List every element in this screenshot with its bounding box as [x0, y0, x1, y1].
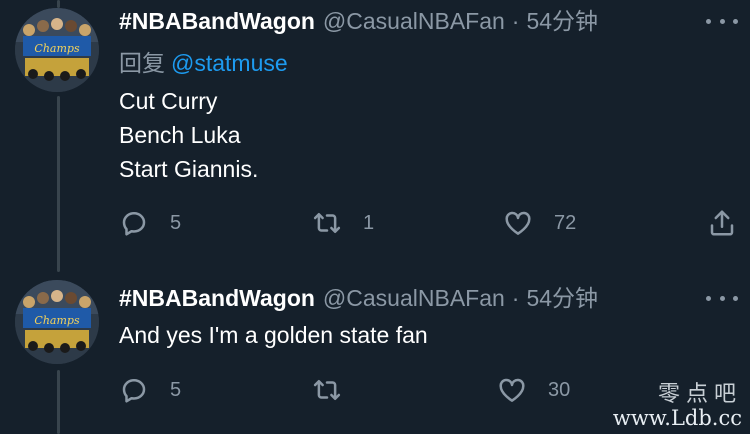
retweet-button[interactable]	[312, 375, 363, 405]
like-button[interactable]: 30	[497, 375, 570, 405]
avatar[interactable]: Champs	[15, 8, 99, 92]
tweet-text-line: Start Giannis.	[119, 156, 259, 182]
display-name[interactable]: #NBABandWagon	[119, 284, 315, 312]
retweet-icon	[313, 213, 341, 233]
watermark-chinese: 零点吧	[657, 381, 742, 407]
reply-prefix: 回复	[119, 51, 165, 77]
tweet-header: #NBABandWagon @CasualNBAFan · 54分钟	[119, 284, 598, 312]
share-icon	[710, 210, 734, 236]
reply-button[interactable]: 5	[119, 208, 181, 238]
tweet-text-line: Cut Curry	[119, 88, 218, 114]
display-name[interactable]: #NBABandWagon	[119, 7, 315, 35]
reply-count: 5	[170, 211, 182, 234]
avatar-image: Champs	[15, 8, 99, 92]
tweet[interactable]: Champs #NBABandWagon @CasualNBAFan · 54分…	[0, 0, 750, 272]
like-count: 72	[554, 211, 577, 234]
like-icon	[499, 378, 525, 402]
handle[interactable]: @CasualNBAFan	[323, 284, 505, 312]
timestamp[interactable]: 54分钟	[526, 284, 598, 312]
tweet-text-line: And yes I'm a golden state fan	[119, 322, 428, 348]
like-button[interactable]: 72	[503, 208, 576, 238]
share-button[interactable]	[707, 208, 737, 238]
retweet-icon	[313, 380, 341, 400]
watermark: 零点吧 www.Ldb.cc	[612, 381, 742, 430]
reply-icon	[122, 379, 146, 403]
separator-dot: ·	[511, 285, 520, 311]
watermark-url: www.Ldb.cc	[612, 405, 742, 430]
more-icon[interactable]	[706, 288, 738, 308]
handle[interactable]: @CasualNBAFan	[323, 7, 505, 35]
retweet-button[interactable]: 1	[312, 208, 374, 238]
like-icon	[505, 211, 531, 235]
mention-link[interactable]: @statmuse	[171, 50, 288, 76]
avatar[interactable]: Champs	[15, 280, 99, 364]
svg-text:Champs: Champs	[34, 42, 80, 55]
replying-to: 回复 @statmuse	[119, 49, 288, 78]
tweet-text-line: Bench Luka	[119, 122, 241, 148]
timestamp[interactable]: 54分钟	[526, 7, 598, 35]
tweet-text: And yes I'm a golden state fan	[119, 318, 428, 352]
reply-count: 5	[170, 378, 182, 401]
retweet-count: 1	[363, 211, 375, 234]
more-icon[interactable]	[706, 11, 738, 31]
svg-text:Champs: Champs	[34, 314, 80, 327]
reply-icon	[122, 212, 146, 236]
avatar-image: Champs	[15, 280, 99, 364]
tweet-header: #NBABandWagon @CasualNBAFan · 54分钟	[119, 7, 598, 35]
like-count: 30	[548, 378, 571, 401]
tweet-text: Cut Curry Bench Luka Start Giannis.	[119, 84, 258, 186]
separator-dot: ·	[511, 8, 520, 34]
reply-button[interactable]: 5	[119, 375, 181, 405]
